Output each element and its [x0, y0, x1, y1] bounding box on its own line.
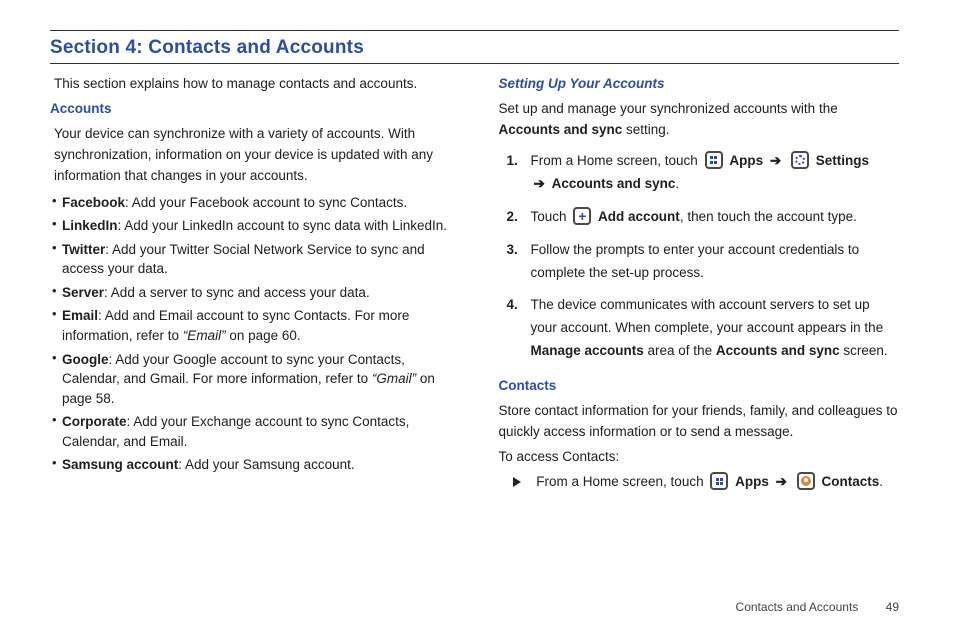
list-item: Corporate: Add your Exchange account to … — [52, 410, 451, 453]
arrow-icon: ➔ — [776, 474, 787, 489]
footer-chapter: Contacts and Accounts — [736, 600, 859, 614]
left-column: This section explains how to manage cont… — [50, 74, 451, 497]
text-run: setting. — [622, 122, 669, 137]
accounts-body: Your device can synchronize with a varie… — [50, 124, 451, 187]
apps-icon — [705, 151, 723, 169]
contacts-access-label: To access Contacts: — [499, 447, 900, 468]
page-number: 49 — [886, 600, 899, 614]
item-label: LinkedIn — [62, 218, 118, 233]
text-bold: Add account — [598, 209, 680, 224]
list-item: Server: Add a server to sync and access … — [52, 281, 451, 305]
text-run: From a Home screen, touch — [531, 153, 702, 168]
add-icon: + — [573, 207, 591, 225]
list-item: Google: Add your Google account to sync … — [52, 348, 451, 411]
contacts-body: Store contact information for your frien… — [499, 401, 900, 443]
text-run: area of the — [644, 343, 716, 358]
list-item: Facebook: Add your Facebook account to s… — [52, 191, 451, 215]
text-run: From a Home screen, touch — [536, 474, 707, 489]
text-run: Set up and manage your synchronized acco… — [499, 101, 838, 116]
item-label: Facebook — [62, 195, 125, 210]
item-text: : Add a server to sync and access your d… — [104, 285, 370, 300]
accounts-list: Facebook: Add your Facebook account to s… — [50, 191, 451, 477]
text-run: . — [879, 474, 883, 489]
arrow-icon: ➔ — [534, 176, 545, 191]
step-item: The device communicates with account ser… — [517, 289, 900, 368]
step-item: Follow the prompts to enter your account… — [517, 234, 900, 290]
list-item: Email: Add and Email account to sync Con… — [52, 304, 451, 347]
list-arrow-icon — [513, 477, 521, 487]
step-item: From a Home screen, touch Apps ➔ Setting… — [517, 145, 900, 201]
item-label: Google — [62, 352, 109, 367]
list-item: Twitter: Add your Twitter Social Network… — [52, 238, 451, 281]
two-column-layout: This section explains how to manage cont… — [50, 74, 899, 497]
arrow-icon: ➔ — [770, 153, 781, 168]
text-run: Follow the prompts to enter your account… — [531, 242, 860, 280]
text-bold: Settings — [816, 153, 869, 168]
contacts-heading: Contacts — [499, 376, 900, 397]
text-run: The device communicates with account ser… — [531, 297, 884, 335]
text-bold: Contacts — [821, 474, 879, 489]
step-item: Touch + Add account, then touch the acco… — [517, 201, 900, 234]
text-bold: Accounts and sync — [499, 122, 623, 137]
text-bold: Accounts and sync — [716, 343, 840, 358]
cross-ref: “Gmail” — [372, 371, 420, 386]
text-run: Touch — [531, 209, 571, 224]
item-text: : Add your LinkedIn account to sync data… — [118, 218, 447, 233]
apps-icon — [710, 472, 728, 490]
page-footer: Contacts and Accounts 49 — [736, 600, 899, 614]
item-label: Server — [62, 285, 104, 300]
settings-icon — [791, 151, 809, 169]
text-bold: Apps — [729, 153, 763, 168]
list-item: Samsung account: Add your Samsung accoun… — [52, 453, 451, 477]
item-text: : Add your Samsung account. — [178, 457, 354, 472]
accounts-heading: Accounts — [50, 99, 451, 120]
rule-top — [50, 30, 899, 31]
item-label: Samsung account — [62, 457, 178, 472]
contacts-access-line: From a Home screen, touch Apps ➔ Contact… — [499, 472, 900, 493]
text-run: , then touch the account type. — [680, 209, 857, 224]
text-bold: Apps — [735, 474, 769, 489]
text-bold: Manage accounts — [531, 343, 644, 358]
list-item: LinkedIn: Add your LinkedIn account to s… — [52, 214, 451, 238]
cross-ref: “Email” — [183, 328, 230, 343]
item-label: Corporate — [62, 414, 127, 429]
item-text: : Add your Facebook account to sync Cont… — [125, 195, 407, 210]
setup-body: Set up and manage your synchronized acco… — [499, 99, 900, 141]
text-run: screen. — [840, 343, 888, 358]
item-label: Twitter — [62, 242, 105, 257]
right-column: Setting Up Your Accounts Set up and mana… — [499, 74, 900, 497]
item-label: Email — [62, 308, 98, 323]
rule-under-title — [50, 63, 899, 64]
item-text: on page 60. — [229, 328, 300, 343]
setup-heading: Setting Up Your Accounts — [499, 74, 900, 95]
setup-steps: From a Home screen, touch Apps ➔ Setting… — [499, 145, 900, 369]
item-text: : Add your Twitter Social Network Servic… — [62, 242, 425, 277]
section-title: Section 4: Contacts and Accounts — [50, 37, 899, 59]
item-text: : Add your Google account to sync your C… — [62, 352, 405, 387]
intro-text: This section explains how to manage cont… — [50, 74, 451, 95]
text-bold: Accounts and sync — [552, 176, 676, 191]
contacts-icon — [797, 472, 815, 490]
manual-page: { "section_title": "Section 4: Contacts … — [0, 0, 954, 636]
